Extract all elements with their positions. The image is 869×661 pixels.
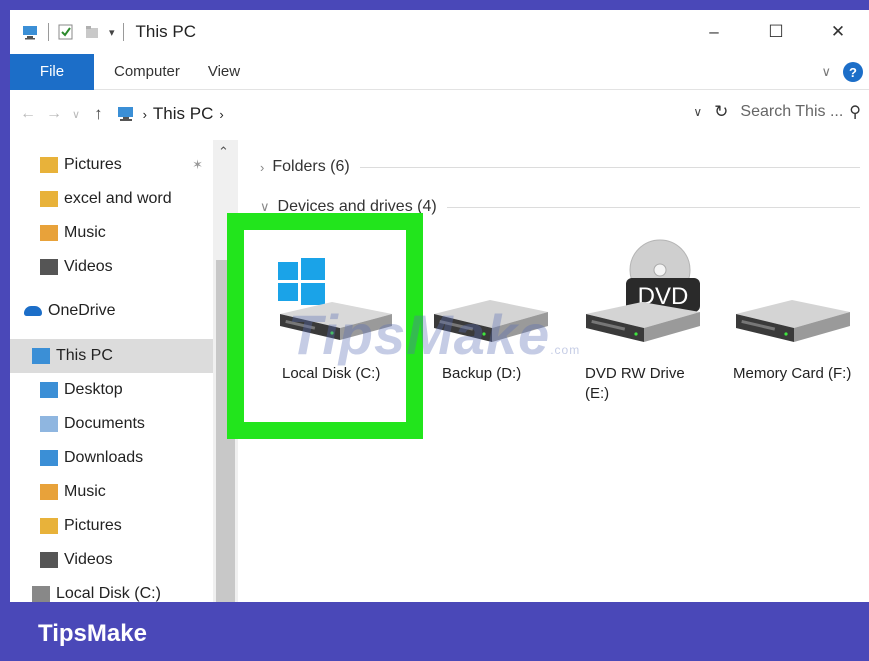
footer-banner: TipsMake xyxy=(0,602,869,661)
drive-label-f[interactable]: Memory Card (F:) xyxy=(733,364,851,384)
chevron-right-icon: › xyxy=(219,106,224,122)
search-icon: ⚲ xyxy=(849,104,861,121)
maximize-button[interactable]: ☐ xyxy=(745,10,807,54)
ribbon-right: ∨ ? xyxy=(821,62,863,82)
music-folder-icon xyxy=(40,484,58,500)
nav-item-label: Videos xyxy=(64,258,113,275)
folders-group-label: Folders (6) xyxy=(272,158,350,175)
nav-item[interactable]: Local Disk (C:) xyxy=(10,577,213,602)
tab-computer[interactable]: Computer xyxy=(94,54,200,90)
help-icon[interactable]: ? xyxy=(843,62,863,82)
folders-group-header[interactable]: › Folders (6) xyxy=(260,158,860,176)
nav-item[interactable]: Pictures xyxy=(10,509,213,543)
up-arrow-icon[interactable]: ↑ xyxy=(94,104,103,124)
videos-folder-icon xyxy=(40,552,58,568)
nav-item[interactable]: Desktop xyxy=(10,373,213,407)
drive-label-c[interactable]: Local Disk (C:) xyxy=(282,364,380,384)
downloads-folder-icon xyxy=(40,450,58,466)
videos-folder-icon xyxy=(40,259,58,275)
nav-item[interactable]: excel and word xyxy=(10,182,213,216)
frame: ▾ This PC – ☐ ✕ File Computer View ∨ ? ←… xyxy=(0,0,869,661)
hard-drive-icon[interactable] xyxy=(426,290,556,360)
address-right: ∨ ↻ Search This ... ⚲ xyxy=(693,102,861,122)
recent-locations-icon[interactable]: ∨ xyxy=(72,108,80,121)
nav-item[interactable]: This PC xyxy=(10,339,213,373)
brand-logo-text: TipsMake xyxy=(38,620,147,647)
nav-item[interactable]: Music xyxy=(10,475,213,509)
nav-item[interactable]: Downloads xyxy=(10,441,213,475)
pictures-folder-icon xyxy=(40,157,58,173)
hard-drive-icon[interactable] xyxy=(730,290,860,360)
nav-item-label: excel and word xyxy=(64,190,172,207)
nav-item[interactable]: Pictures ✶ xyxy=(10,148,213,182)
scroll-up-icon[interactable]: ⌃ xyxy=(218,144,229,160)
nav-item-label: Desktop xyxy=(64,381,123,398)
divider xyxy=(48,23,49,41)
ribbon-tabs: File Computer View ∨ ? xyxy=(10,53,869,90)
nav-item-label: Pictures xyxy=(64,156,122,173)
dvd-drive-icon[interactable]: DVD xyxy=(578,236,708,360)
this-pc-icon xyxy=(32,348,50,364)
divider xyxy=(122,23,124,41)
nav-item-label: Videos xyxy=(64,551,113,568)
divider xyxy=(446,206,860,208)
chevron-right-icon: › xyxy=(260,159,265,175)
music-folder-icon xyxy=(40,225,58,241)
new-folder-icon[interactable] xyxy=(83,23,101,41)
nav-item-label: Music xyxy=(64,483,106,500)
chevron-right-icon: › xyxy=(142,106,147,122)
nav-item[interactable]: Videos xyxy=(10,250,213,284)
windows-drive-icon[interactable] xyxy=(272,256,402,346)
search-input[interactable]: Search This ... ⚲ xyxy=(740,102,861,122)
refresh-icon[interactable]: ↻ xyxy=(714,102,728,122)
title-bar: ▾ This PC – ☐ ✕ xyxy=(10,10,869,54)
this-pc-icon xyxy=(23,26,37,40)
breadcrumb[interactable]: › This PC › xyxy=(117,104,224,124)
tab-view[interactable]: View xyxy=(200,54,260,90)
nav-item[interactable]: OneDrive xyxy=(10,294,213,328)
nav-item[interactable]: Videos xyxy=(10,543,213,577)
window-title: This PC xyxy=(135,22,196,41)
pictures-folder-icon xyxy=(40,518,58,534)
local-disk-icon xyxy=(32,586,50,602)
search-placeholder: Search This ... xyxy=(740,103,844,120)
nav-item[interactable]: Music xyxy=(10,216,213,250)
forward-arrow-icon[interactable]: → xyxy=(46,105,62,123)
onedrive-icon xyxy=(24,306,42,316)
this-pc-icon xyxy=(117,107,133,121)
minimize-button[interactable]: – xyxy=(683,10,745,54)
nav-item-label: OneDrive xyxy=(48,302,116,319)
properties-icon[interactable] xyxy=(57,23,75,41)
window-controls: – ☐ ✕ xyxy=(683,10,869,54)
folder-icon xyxy=(40,191,58,207)
address-bar: ← → ∨ ↑ › This PC › ∨ ↻ Search This ... … xyxy=(10,90,869,138)
nav-item-label: Music xyxy=(64,224,106,241)
address-dropdown-icon[interactable]: ∨ xyxy=(693,105,702,119)
drive-label-e[interactable]: DVD RW Drive (E:) xyxy=(585,364,685,404)
desktop-folder-icon xyxy=(40,382,58,398)
nav-item-label: Downloads xyxy=(64,449,144,466)
back-arrow-icon[interactable]: ← xyxy=(20,105,36,123)
navigation-pane: Pictures ✶ excel and word Music Videos OneDri… xyxy=(10,140,238,602)
documents-folder-icon xyxy=(40,416,58,432)
nav-item-label: This PC xyxy=(56,347,113,364)
nav-item-label: Local Disk (C:) xyxy=(56,585,161,602)
breadcrumb-this-pc[interactable]: This PC xyxy=(153,104,213,124)
nav-item-label: Documents xyxy=(64,415,145,432)
tab-file[interactable]: File xyxy=(10,53,94,90)
nav-item-label: Pictures xyxy=(64,517,122,534)
divider xyxy=(359,166,860,168)
nav-item[interactable]: Documents xyxy=(10,407,213,441)
customize-toolbar-icon[interactable]: ▾ xyxy=(109,26,115,39)
drive-label-d[interactable]: Backup (D:) xyxy=(442,364,521,384)
pin-icon[interactable]: ✶ xyxy=(192,157,203,173)
expand-ribbon-icon[interactable]: ∨ xyxy=(821,64,831,80)
quick-access-toolbar: ▾ This PC xyxy=(10,10,196,54)
close-button[interactable]: ✕ xyxy=(807,10,869,54)
